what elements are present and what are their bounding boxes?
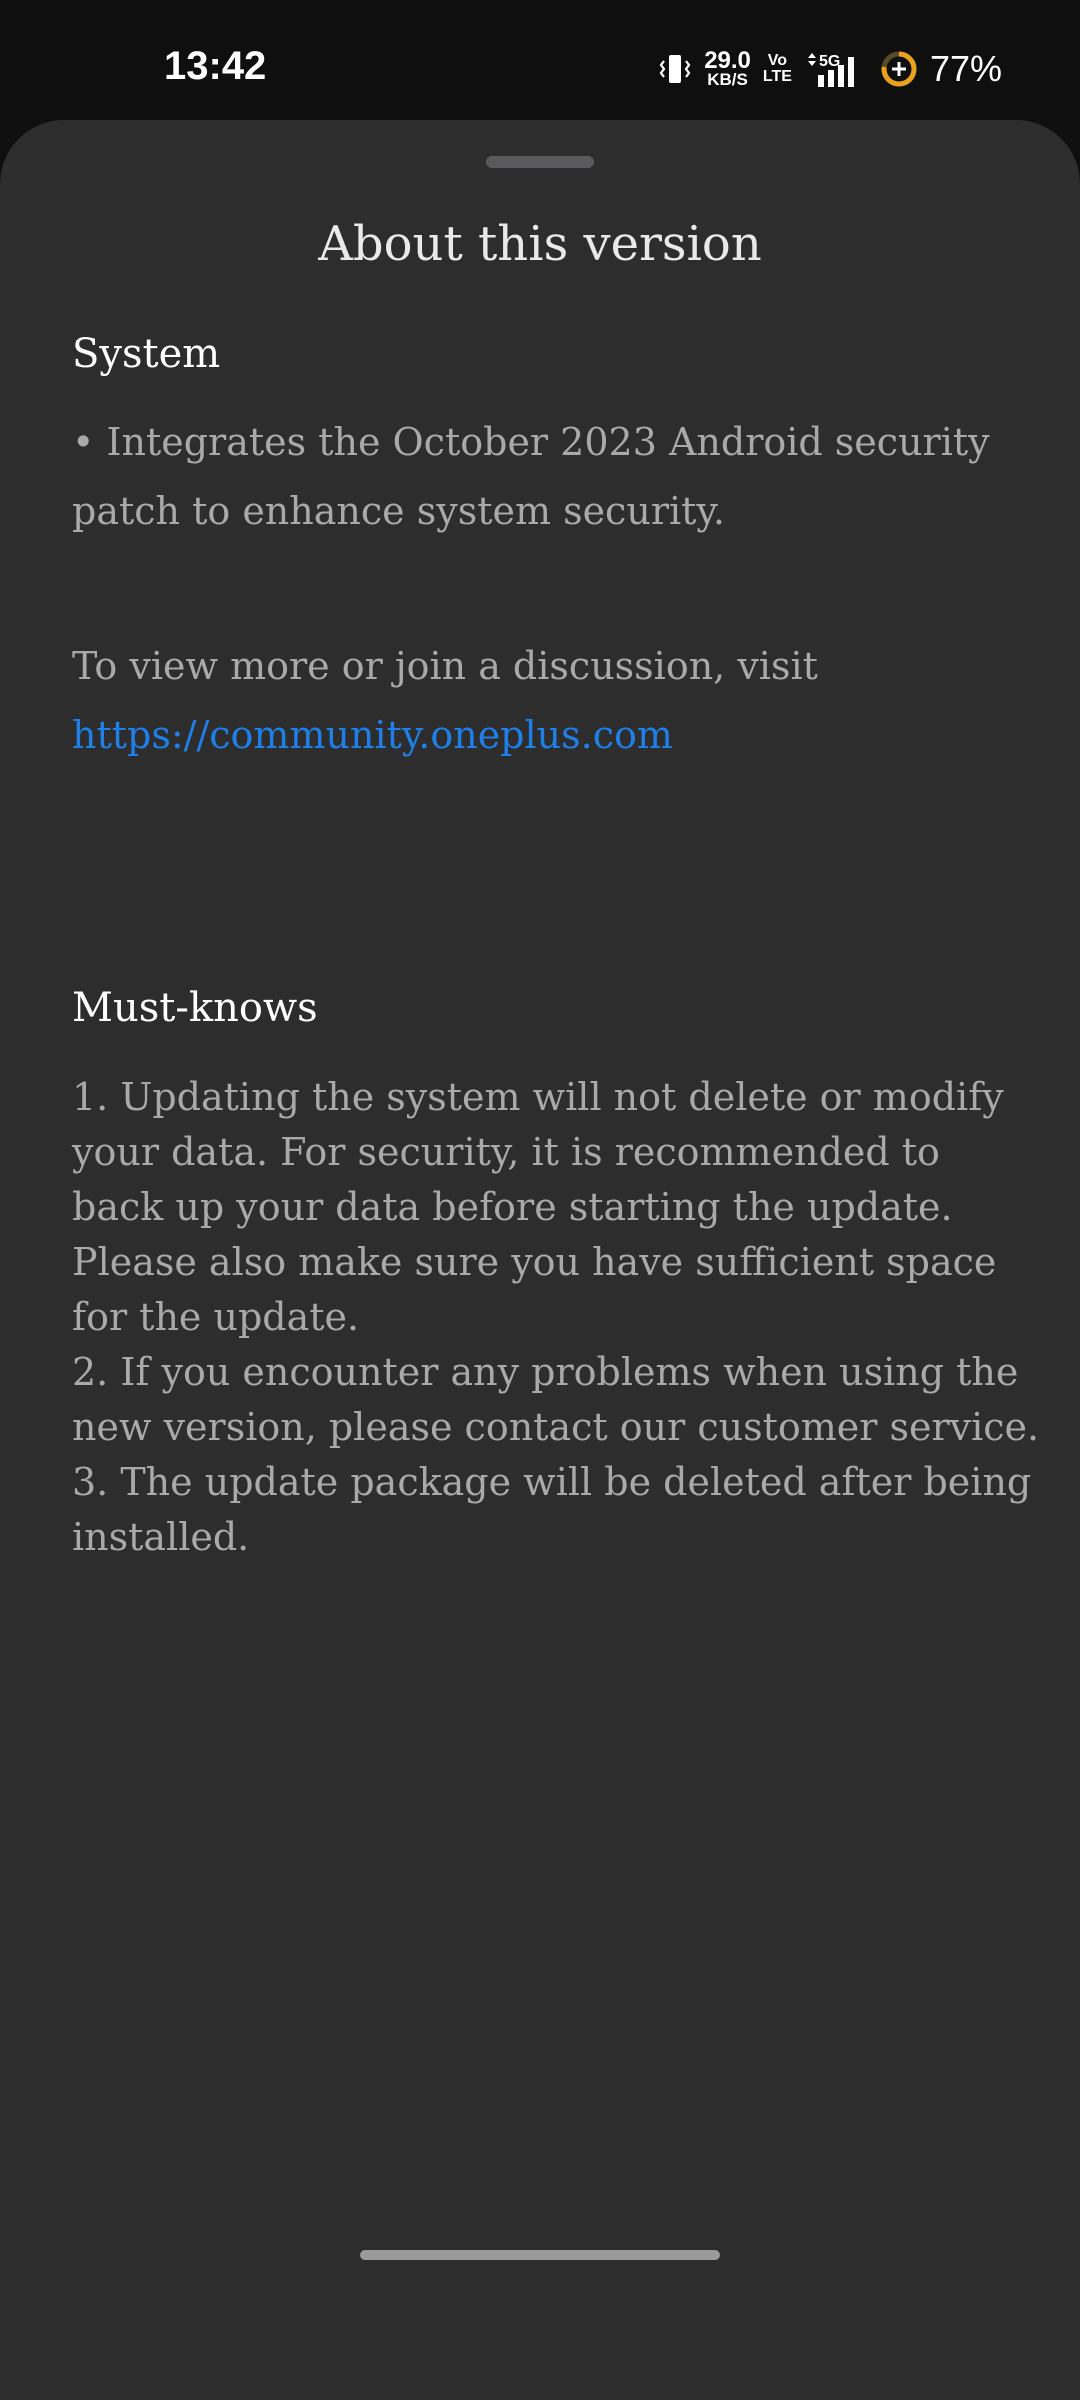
must-knows-item: 1. Updating the system will not delete o… <box>72 1075 1004 1339</box>
must-knows-item: 3. The update package will be deleted af… <box>72 1460 1032 1559</box>
drag-handle[interactable] <box>486 156 594 168</box>
volte-top: Vo <box>767 52 788 69</box>
battery-percentage: 77% <box>929 48 1002 89</box>
status-icons: 29.0 KB/S Vo LTE 5G 77% <box>658 44 1002 94</box>
system-bullet: • Integrates the October 2023 Android se… <box>72 420 990 533</box>
network-speed-value: 29.0 <box>704 46 751 74</box>
community-link[interactable]: https://community.oneplus.com <box>72 701 1022 770</box>
network-speed: 29.0 KB/S <box>704 46 751 90</box>
community-section: To view more or join a discussion, visit… <box>72 632 1022 770</box>
battery-icon <box>880 50 918 88</box>
volte-bottom: LTE <box>762 68 792 85</box>
vibrate-icon <box>658 52 692 86</box>
volte-indicator: Vo LTE <box>763 53 792 85</box>
signal-icon: 5G <box>804 49 868 89</box>
network-speed-unit: KB/S <box>707 70 748 90</box>
home-indicator[interactable] <box>360 2250 720 2260</box>
sheet-title: About this version <box>318 216 762 272</box>
must-knows-list: 1. Updating the system will not delete o… <box>72 1070 1042 1565</box>
must-knows-item: 2. If you encounter any problems when us… <box>72 1350 1040 1449</box>
must-knows-heading: Must-knows <box>72 985 318 1031</box>
community-text: To view more or join a discussion, visit <box>72 644 818 688</box>
about-version-sheet: About this version System • Integrates t… <box>0 120 1080 2400</box>
status-bar: 13:42 29.0 KB/S Vo LTE 5G 77% <box>0 0 1080 120</box>
status-time: 13:42 <box>164 44 267 88</box>
system-heading: System <box>72 331 221 377</box>
network-type: 5G <box>819 53 840 70</box>
